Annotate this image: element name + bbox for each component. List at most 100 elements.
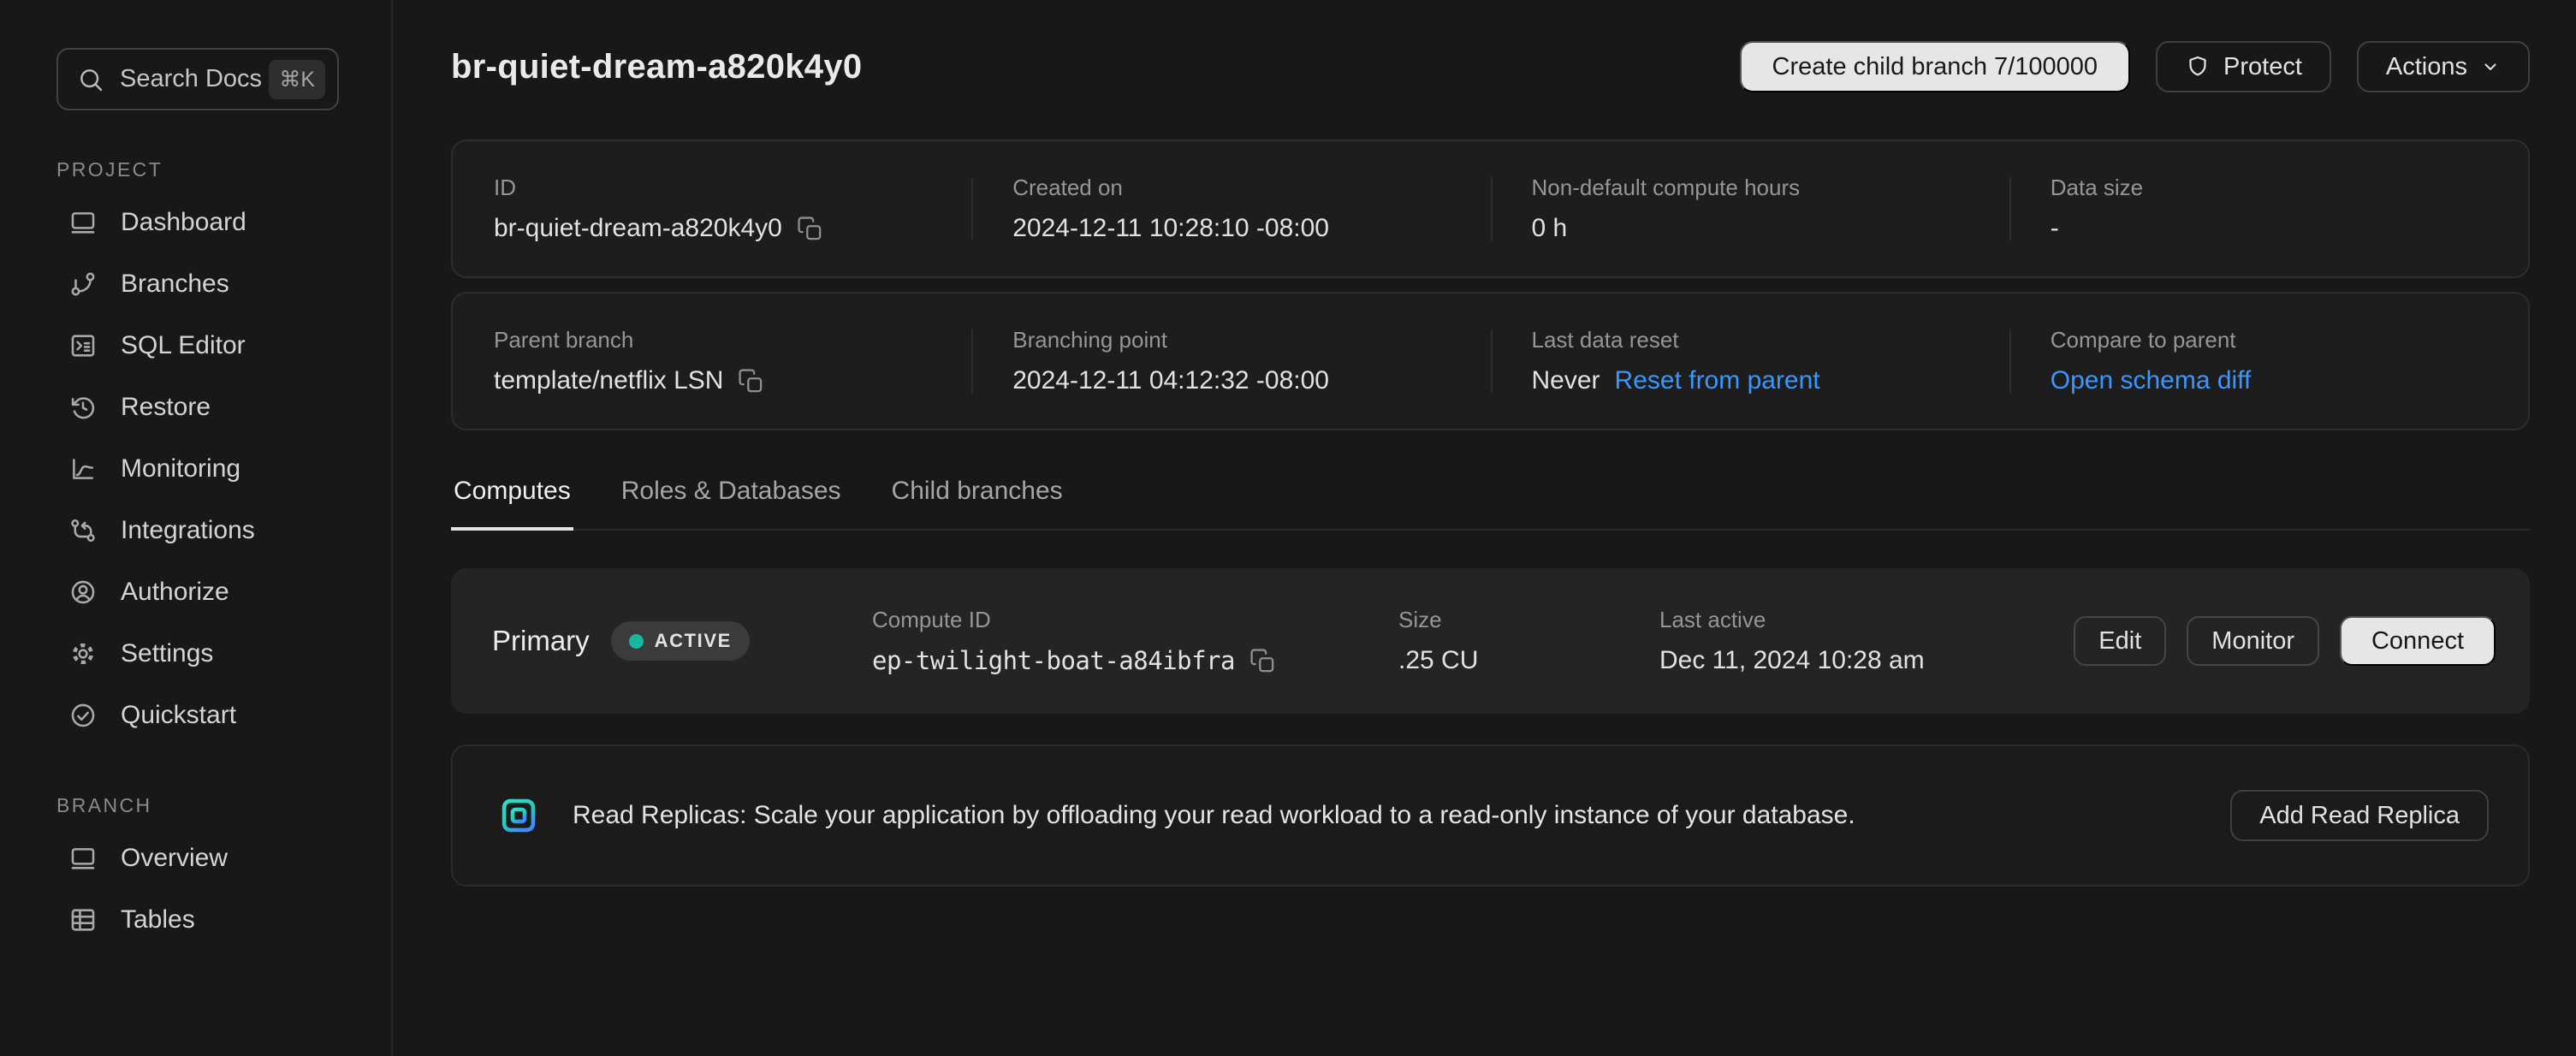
- protect-button[interactable]: Protect: [2156, 41, 2331, 92]
- copy-compute-id-icon[interactable]: [1249, 648, 1276, 674]
- search-icon: [77, 66, 104, 93]
- compute-name: Primary: [492, 625, 590, 657]
- branching-point-cell: Branching point 2024-12-11 04:12:32 -08:…: [971, 327, 1490, 395]
- dashboard-icon: [68, 208, 98, 237]
- sidebar-item-label: Integrations: [121, 516, 255, 545]
- id-cell: ID br-quiet-dream-a820k4y0: [453, 175, 971, 243]
- sidebar-section-branch: BRANCH: [56, 794, 365, 817]
- last-data-reset-label: Last data reset: [1532, 327, 2009, 353]
- sidebar-item-label: Tables: [121, 905, 195, 934]
- open-schema-diff-link[interactable]: Open schema diff: [2051, 366, 2252, 395]
- connect-button[interactable]: Connect: [2340, 616, 2496, 666]
- search-placeholder: Search Docs: [120, 65, 262, 93]
- compute-size-label: Size: [1398, 607, 1659, 633]
- data-size-label: Data size: [2051, 175, 2528, 201]
- sidebar-item-monitoring[interactable]: Monitoring: [56, 438, 365, 500]
- authorize-icon: [68, 578, 98, 607]
- header-actions: Create child branch 7/100000 Protect Act…: [1740, 41, 2530, 92]
- branch-nav: Overview Tables: [56, 828, 365, 951]
- compute-size-value: .25 CU: [1398, 646, 1478, 675]
- project-nav: Dashboard Branches SQL Editor Restore: [56, 192, 365, 746]
- reset-from-parent-link[interactable]: Reset from parent: [1615, 366, 1820, 395]
- sidebar-item-tables[interactable]: Tables: [56, 889, 365, 951]
- created-on-label: Created on: [1012, 175, 1490, 201]
- overview-icon: [68, 844, 98, 873]
- monitor-button[interactable]: Monitor: [2187, 616, 2319, 666]
- app-window: Search Docs ⌘K PROJECT Dashboard Branche…: [0, 0, 2576, 1056]
- shield-icon: [2185, 54, 2211, 80]
- keyboard-shortcut-badge: ⌘K: [269, 60, 325, 99]
- search-docs-button[interactable]: Search Docs ⌘K: [56, 48, 339, 110]
- sql-editor-icon: [68, 331, 98, 360]
- page-title: br-quiet-dream-a820k4y0: [451, 48, 862, 86]
- sidebar-item-dashboard[interactable]: Dashboard: [56, 192, 365, 253]
- chevron-down-icon: [2480, 56, 2501, 77]
- status-active-dot-icon: [629, 634, 644, 649]
- page-header: br-quiet-dream-a820k4y0 Create child bra…: [451, 41, 2530, 92]
- tab-computes[interactable]: Computes: [451, 465, 573, 531]
- compute-actions: Edit Monitor Connect: [2074, 616, 2496, 666]
- sidebar-item-label: Branches: [121, 270, 229, 299]
- sidebar-item-settings[interactable]: Settings: [56, 623, 365, 685]
- compute-hours-value: 0 h: [1532, 214, 1568, 243]
- parent-info-card: Parent branch template/netflix LSN Branc…: [451, 292, 2530, 430]
- data-size-cell: Data size -: [2009, 175, 2528, 243]
- last-data-reset-value: Never: [1532, 366, 1600, 395]
- compare-to-parent-label: Compare to parent: [2051, 327, 2528, 353]
- edit-button[interactable]: Edit: [2074, 616, 2166, 666]
- branching-point-value: 2024-12-11 04:12:32 -08:00: [1012, 366, 1329, 395]
- actions-label: Actions: [2386, 53, 2467, 81]
- sidebar-item-label: Restore: [121, 393, 211, 422]
- sidebar-item-authorize[interactable]: Authorize: [56, 561, 365, 623]
- sidebar-item-quickstart[interactable]: Quickstart: [56, 685, 365, 746]
- sidebar-item-label: Overview: [121, 844, 228, 873]
- sidebar-item-overview[interactable]: Overview: [56, 828, 365, 889]
- create-child-branch-button[interactable]: Create child branch 7/100000: [1740, 41, 2130, 92]
- created-on-value: 2024-12-11 10:28:10 -08:00: [1012, 214, 1329, 243]
- quickstart-check-icon: [68, 701, 98, 730]
- last-active-label: Last active: [1659, 607, 2074, 633]
- sidebar-item-label: Monitoring: [121, 454, 240, 484]
- compute-id-label: Compute ID: [872, 607, 1398, 633]
- parent-branch-cell: Parent branch template/netflix LSN: [453, 327, 971, 395]
- monitoring-icon: [68, 454, 98, 484]
- compute-hours-label: Non-default compute hours: [1532, 175, 2009, 201]
- tables-icon: [68, 905, 98, 934]
- status-badge: ACTIVE: [611, 621, 750, 661]
- last-active-value: Dec 11, 2024 10:28 am: [1659, 646, 1925, 675]
- sidebar: Search Docs ⌘K PROJECT Dashboard Branche…: [0, 0, 393, 1056]
- copy-branch-id-icon[interactable]: [797, 216, 823, 242]
- copy-parent-branch-icon[interactable]: [738, 368, 764, 395]
- id-label: ID: [494, 175, 971, 201]
- branches-icon: [68, 270, 98, 299]
- sidebar-item-restore[interactable]: Restore: [56, 377, 365, 438]
- add-read-replica-button[interactable]: Add Read Replica: [2230, 790, 2489, 841]
- cpu-chip-icon: [494, 791, 543, 840]
- sidebar-item-label: Quickstart: [121, 701, 236, 730]
- compute-name-group: Primary ACTIVE: [492, 621, 872, 661]
- data-size-value: -: [2051, 214, 2059, 243]
- restore-icon: [68, 393, 98, 422]
- compare-to-parent-cell: Compare to parent Open schema diff: [2009, 327, 2528, 395]
- sidebar-item-sql-editor[interactable]: SQL Editor: [56, 315, 365, 377]
- read-replica-message: Read Replicas: Scale your application by…: [573, 801, 1855, 830]
- parent-branch-label: Parent branch: [494, 327, 971, 353]
- actions-button[interactable]: Actions: [2357, 41, 2530, 92]
- sidebar-item-label: Authorize: [121, 578, 229, 607]
- tab-roles-databases[interactable]: Roles & Databases: [619, 465, 844, 531]
- branch-tabs: Computes Roles & Databases Child branche…: [451, 465, 2530, 531]
- read-replica-banner: Read Replicas: Scale your application by…: [451, 745, 2530, 887]
- sidebar-item-label: Settings: [121, 639, 213, 668]
- protect-label: Protect: [2223, 53, 2302, 81]
- compute-id-cell: Compute ID ep-twilight-boat-a84ibfra: [872, 607, 1398, 675]
- sidebar-item-label: Dashboard: [121, 208, 246, 237]
- settings-gear-icon: [68, 639, 98, 668]
- compute-id-value: ep-twilight-boat-a84ibfra: [872, 646, 1235, 675]
- created-on-cell: Created on 2024-12-11 10:28:10 -08:00: [971, 175, 1490, 243]
- main-content: br-quiet-dream-a820k4y0 Create child bra…: [393, 0, 2576, 1056]
- sidebar-item-branches[interactable]: Branches: [56, 253, 365, 315]
- tab-child-branches[interactable]: Child branches: [889, 465, 1065, 531]
- compute-hours-cell: Non-default compute hours 0 h: [1491, 175, 2009, 243]
- last-data-reset-cell: Last data reset Never Reset from parent: [1491, 327, 2009, 395]
- sidebar-item-integrations[interactable]: Integrations: [56, 500, 365, 561]
